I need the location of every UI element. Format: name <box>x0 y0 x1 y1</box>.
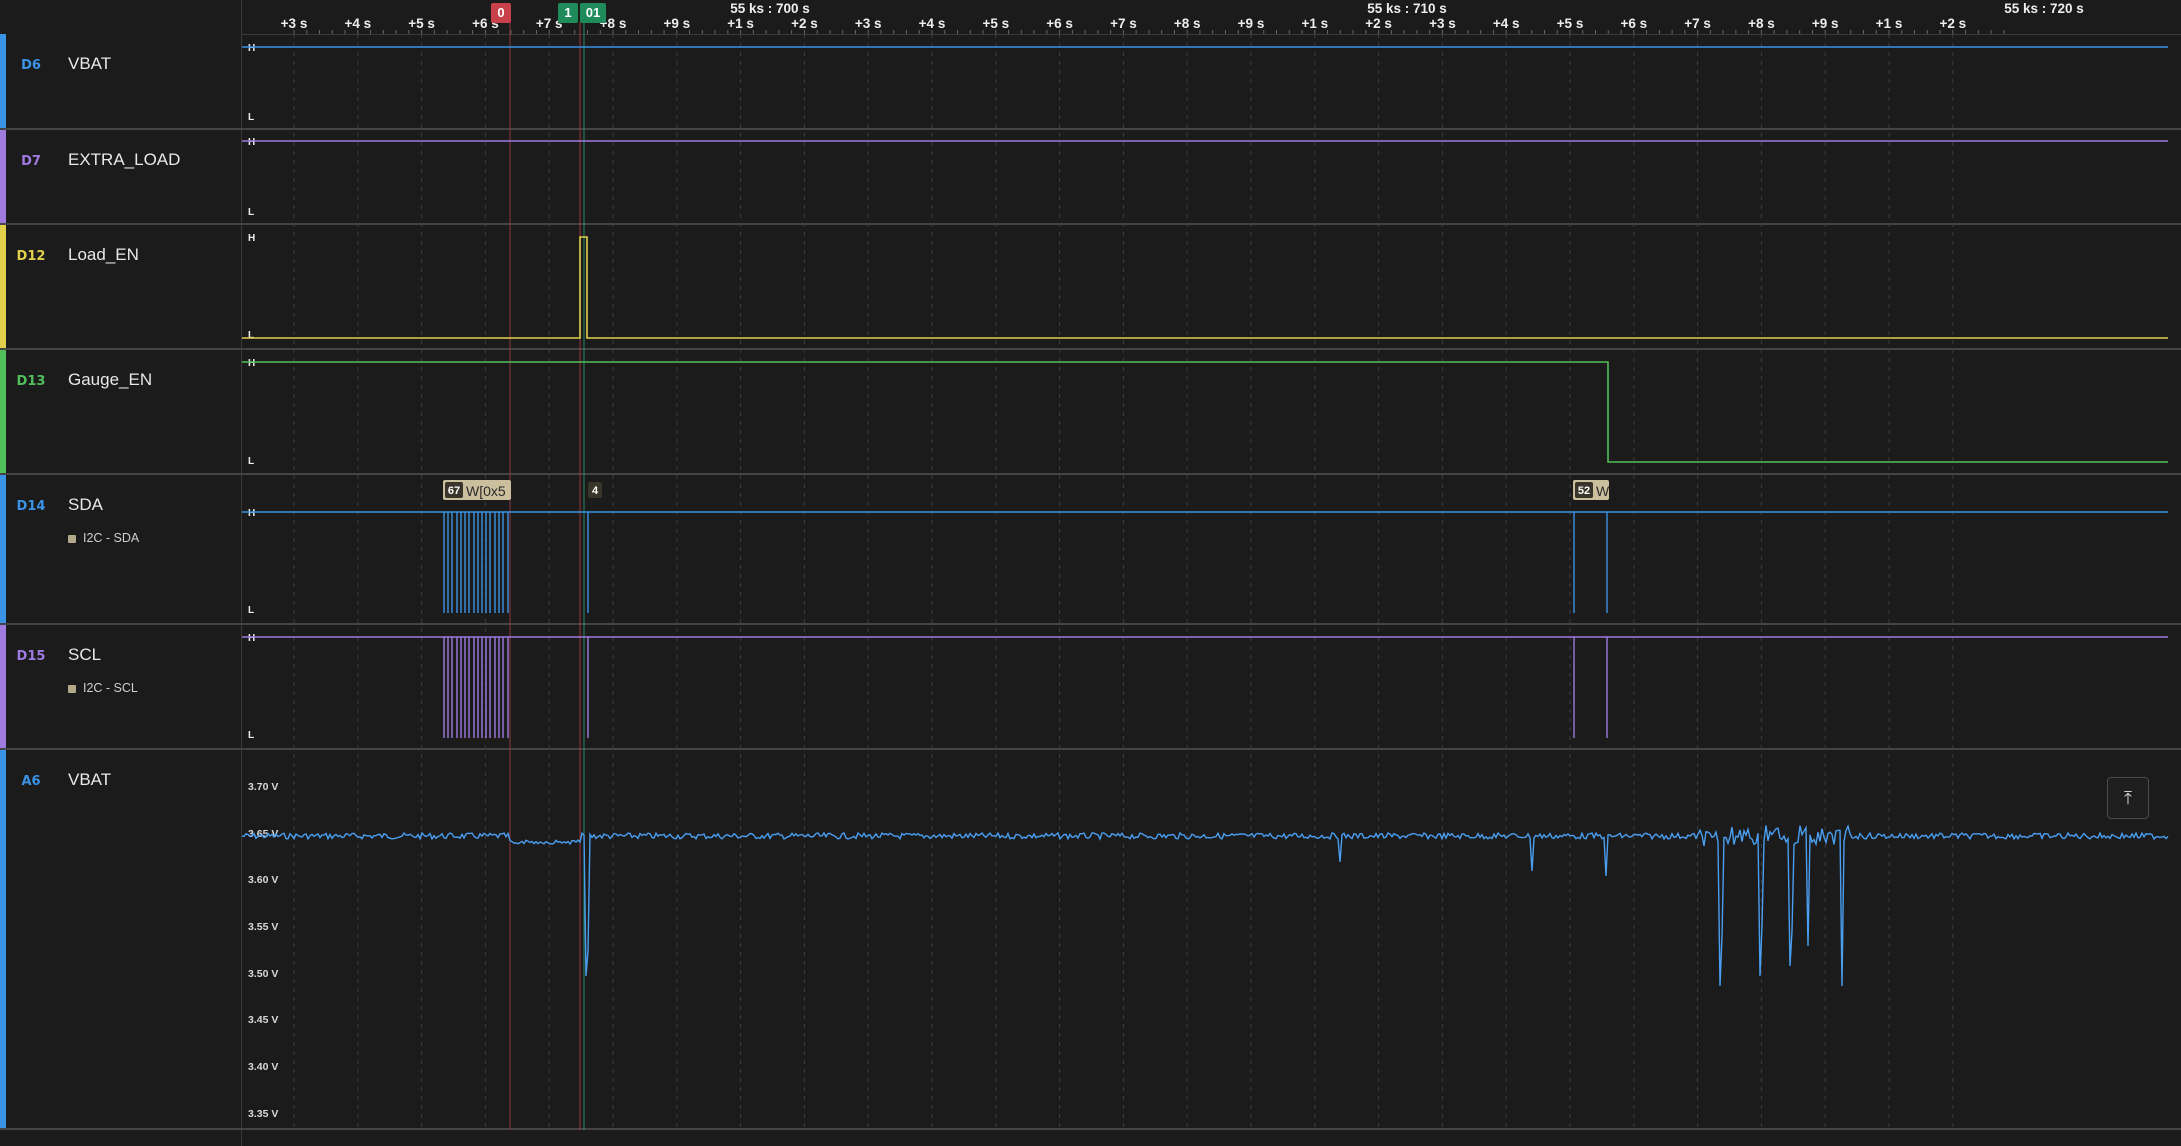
time-tick-label: +1 s <box>1301 16 1328 31</box>
time-grid <box>293 34 1954 1130</box>
d13-trace <box>242 361 2168 463</box>
level-low-label: L <box>248 730 254 741</box>
i2c-decode-badge: 52 <box>1578 485 1590 497</box>
level-high-label: H <box>248 358 255 369</box>
voltage-tick-label: 3.40 V <box>248 1061 278 1073</box>
i2c-decode-text: W[0x5 <box>466 483 506 499</box>
voltage-tick-label: 3.60 V <box>248 874 278 886</box>
level-high-label: H <box>248 633 255 644</box>
time-major-label: 55 ks : 720 s <box>2004 1 2084 16</box>
voltage-tick-label: 3.70 V <box>248 781 278 793</box>
voltage-tick-label: 3.45 V <box>248 1014 278 1026</box>
time-tick-label: +2 s <box>1939 16 1966 31</box>
time-tick-label: +3 s <box>281 16 308 31</box>
marker-flag-1[interactable]: 1 <box>558 3 578 23</box>
waveform-canvas[interactable]: +3 s +4 s +5 s +6 s +7 s +8 s +9 s +1 s +2 s +3 s… <box>0 0 2181 1146</box>
time-tick-label: +3 s <box>855 16 882 31</box>
level-low-label: L <box>248 330 254 341</box>
time-tick-label: +1 s <box>727 16 754 31</box>
time-tick-label: +3 s <box>1429 16 1456 31</box>
time-major-label: 55 ks : 710 s <box>1367 1 1447 16</box>
i2c-decode-text: W <box>1596 483 1610 499</box>
analog-voltage-axis: 3.70 V 3.65 V 3.60 V 3.55 V 3.50 V 3.45 V 3.40… <box>248 781 278 1120</box>
time-tick-label: +4 s <box>919 16 946 31</box>
level-high-label: H <box>248 43 255 54</box>
d15-pulses <box>443 637 1608 738</box>
vertical-fit-icon: ⤒ <box>2124 788 2132 808</box>
time-tick-label: +7 s <box>1110 16 1137 31</box>
voltage-tick-label: 3.35 V <box>248 1108 278 1120</box>
time-tick-label: +5 s <box>1557 16 1584 31</box>
time-tick-label: +2 s <box>1365 16 1392 31</box>
time-tick-label: +5 s <box>982 16 1009 31</box>
marker-flag-0[interactable]: 0 <box>491 3 511 23</box>
time-tick-label: +4 s <box>1493 16 1520 31</box>
time-tick-label: +1 s <box>1876 16 1903 31</box>
time-tick-label: +8 s <box>1748 16 1775 31</box>
time-tick-label: +9 s <box>1238 16 1265 31</box>
i2c-decode-badge: 4 <box>592 485 599 497</box>
level-high-label: H <box>248 137 255 148</box>
time-tick-label: +7 s <box>1684 16 1711 31</box>
time-tick-label: +6 s <box>1046 16 1073 31</box>
time-tick-label: +9 s <box>663 16 690 31</box>
i2c-decode-1[interactable]: 67 W[0x5 <box>443 480 511 500</box>
i2c-decode-badge: 67 <box>448 485 460 497</box>
vertical-fit-button[interactable]: ⤒ <box>2107 777 2149 819</box>
d12-trace <box>242 236 2168 339</box>
level-low-label: L <box>248 605 254 616</box>
time-major-label: 55 ks : 700 s <box>730 1 810 16</box>
level-low-label: L <box>248 207 254 218</box>
i2c-decode-3[interactable]: 52 W <box>1573 480 1610 500</box>
voltage-tick-label: 3.65 V <box>248 828 278 840</box>
voltage-tick-label: 3.50 V <box>248 968 278 980</box>
level-high-label: H <box>248 508 255 519</box>
time-tick-label: +2 s <box>791 16 818 31</box>
level-high-label: H <box>248 233 255 244</box>
time-tick-label: +6 s <box>1620 16 1647 31</box>
time-tick-label: +5 s <box>408 16 435 31</box>
d14-pulses <box>443 512 1608 613</box>
level-low-label: L <box>248 456 254 467</box>
i2c-decode-2[interactable]: 4 <box>588 482 602 498</box>
voltage-tick-label: 3.55 V <box>248 921 278 933</box>
time-tick-label: +9 s <box>1812 16 1839 31</box>
a6-analog-trace <box>241 824 2169 987</box>
marker-flag-01[interactable]: 01 <box>580 3 606 23</box>
time-tick-label: +4 s <box>344 16 371 31</box>
time-ruler-labels: +3 s +4 s +5 s +6 s +7 s +8 s +9 s +1 s +2 s +3 s… <box>281 1 2084 34</box>
time-tick-label: +8 s <box>1174 16 1201 31</box>
level-low-label: L <box>248 112 254 123</box>
